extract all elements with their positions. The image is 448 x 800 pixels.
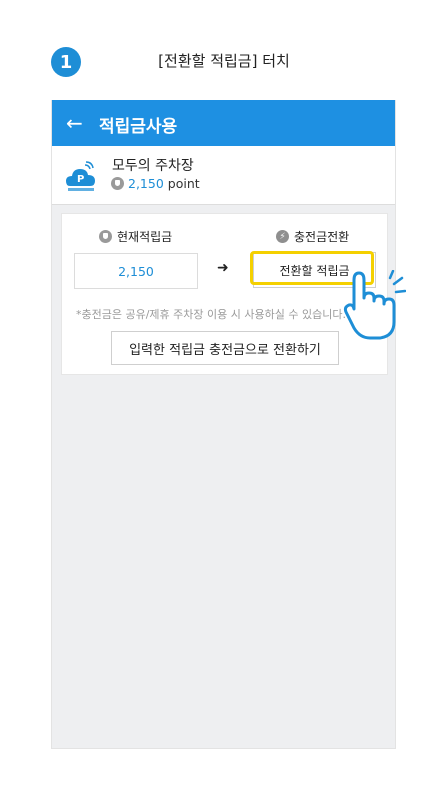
instruction-text: [전환할 적립금] 터치 [158,52,290,70]
back-arrow-icon[interactable]: ← [66,110,83,136]
point-unit: point [167,176,200,191]
point-coin-icon [111,177,124,190]
parking-cloud-logo-icon: P [66,161,95,191]
current-points-label: 현재적립금 [99,228,172,245]
arrow-right-icon: ➜ [217,260,229,276]
point-coin-icon [99,230,112,243]
convert-charge-label: ⚡ 충전금전환 [276,228,349,245]
station-points: 2,150 point [111,176,200,191]
tap-hand-icon [343,270,406,340]
app-bar: ← 적립금사용 [52,100,395,146]
usage-note: *충전금은 공유/제휴 주차장 이용 시 사용하실 수 있습니다. [76,308,346,321]
lightning-icon: ⚡ [276,230,289,243]
point-value: 2,150 [128,176,164,191]
phone-screen: ← 적립금사용 P 모두의 주차장 2,150 point 현재적립금 ⚡ 충전… [51,100,396,749]
convert-submit-button[interactable]: 입력한 적립금 충전금으로 전환하기 [111,331,339,365]
svg-text:P: P [77,174,84,185]
station-info: P 모두의 주차장 2,150 point [52,146,395,205]
station-name: 모두의 주차장 [112,158,194,174]
points-card: 현재적립금 ⚡ 충전금전환 2,150 ➜ 전환할 적립금 *충전금은 공유/제… [61,213,388,375]
current-points-field: 2,150 [74,253,198,289]
page-title: 적립금사용 [99,117,178,137]
